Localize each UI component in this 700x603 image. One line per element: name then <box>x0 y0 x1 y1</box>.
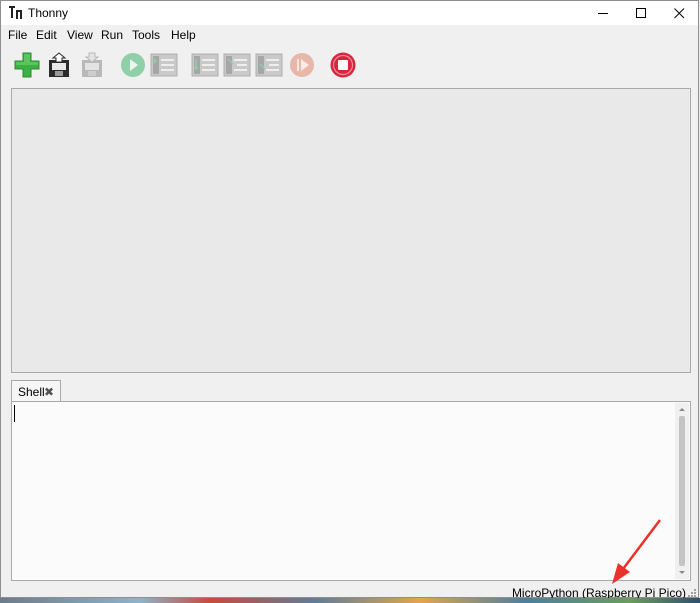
plus-icon <box>14 52 40 78</box>
desktop-background <box>0 598 700 603</box>
minimize-button[interactable] <box>584 1 622 25</box>
resume-icon <box>290 53 314 77</box>
new-file-button[interactable] <box>13 51 41 79</box>
menu-edit[interactable]: Edit <box>36 28 57 42</box>
menu-file[interactable]: File <box>8 28 27 42</box>
close-window-button[interactable] <box>660 1 698 25</box>
minimize-icon <box>597 12 608 14</box>
shell-scrollbar[interactable] <box>675 403 689 579</box>
menu-tools[interactable]: Tools <box>132 28 160 42</box>
tab-shell[interactable]: Shell ✖ <box>11 380 61 402</box>
scrollbar-thumb[interactable] <box>679 416 685 566</box>
shell-panel[interactable] <box>11 401 691 581</box>
play-icon <box>121 53 145 77</box>
shell-tab-label: Shell <box>18 385 45 399</box>
save-icon <box>82 52 102 77</box>
maximize-icon <box>635 7 646 18</box>
close-tab-icon[interactable]: ✖ <box>44 385 54 399</box>
toolbar <box>1 44 698 84</box>
stop-button[interactable] <box>329 51 357 79</box>
open-folder-icon <box>49 52 69 77</box>
resize-grip-icon[interactable] <box>687 588 697 598</box>
menu-bar: File Edit View Run Tools Help <box>1 25 698 44</box>
menu-help[interactable]: Help <box>171 28 196 42</box>
debug-button[interactable] <box>150 51 178 79</box>
step-out-button[interactable] <box>255 51 283 79</box>
window-title: Thonny <box>28 6 69 20</box>
resume-button[interactable] <box>288 51 316 79</box>
menu-view[interactable]: View <box>67 28 93 42</box>
menu-run[interactable]: Run <box>101 28 123 42</box>
open-file-button[interactable] <box>46 51 74 79</box>
run-button[interactable] <box>119 51 147 79</box>
step-over-button[interactable] <box>191 51 219 79</box>
stop-icon <box>330 52 356 78</box>
scroll-down-icon[interactable] <box>675 567 689 579</box>
text-cursor <box>14 405 15 422</box>
step-over-icon <box>191 53 219 77</box>
thonny-window: Thonny File Edit View Run Tools Help She… <box>0 0 699 600</box>
close-icon <box>673 7 684 18</box>
thonny-logo-icon <box>9 6 22 19</box>
editor-area[interactable] <box>11 88 691 373</box>
step-out-icon <box>255 53 283 77</box>
status-bar: MicroPython (Raspberry Pi Pico) <box>1 583 698 600</box>
scroll-up-icon[interactable] <box>675 403 689 415</box>
step-into-icon <box>223 53 251 77</box>
maximize-button[interactable] <box>622 1 660 25</box>
debug-icon <box>150 53 178 77</box>
title-bar: Thonny <box>1 1 698 25</box>
save-file-button[interactable] <box>79 51 107 79</box>
step-into-button[interactable] <box>223 51 251 79</box>
